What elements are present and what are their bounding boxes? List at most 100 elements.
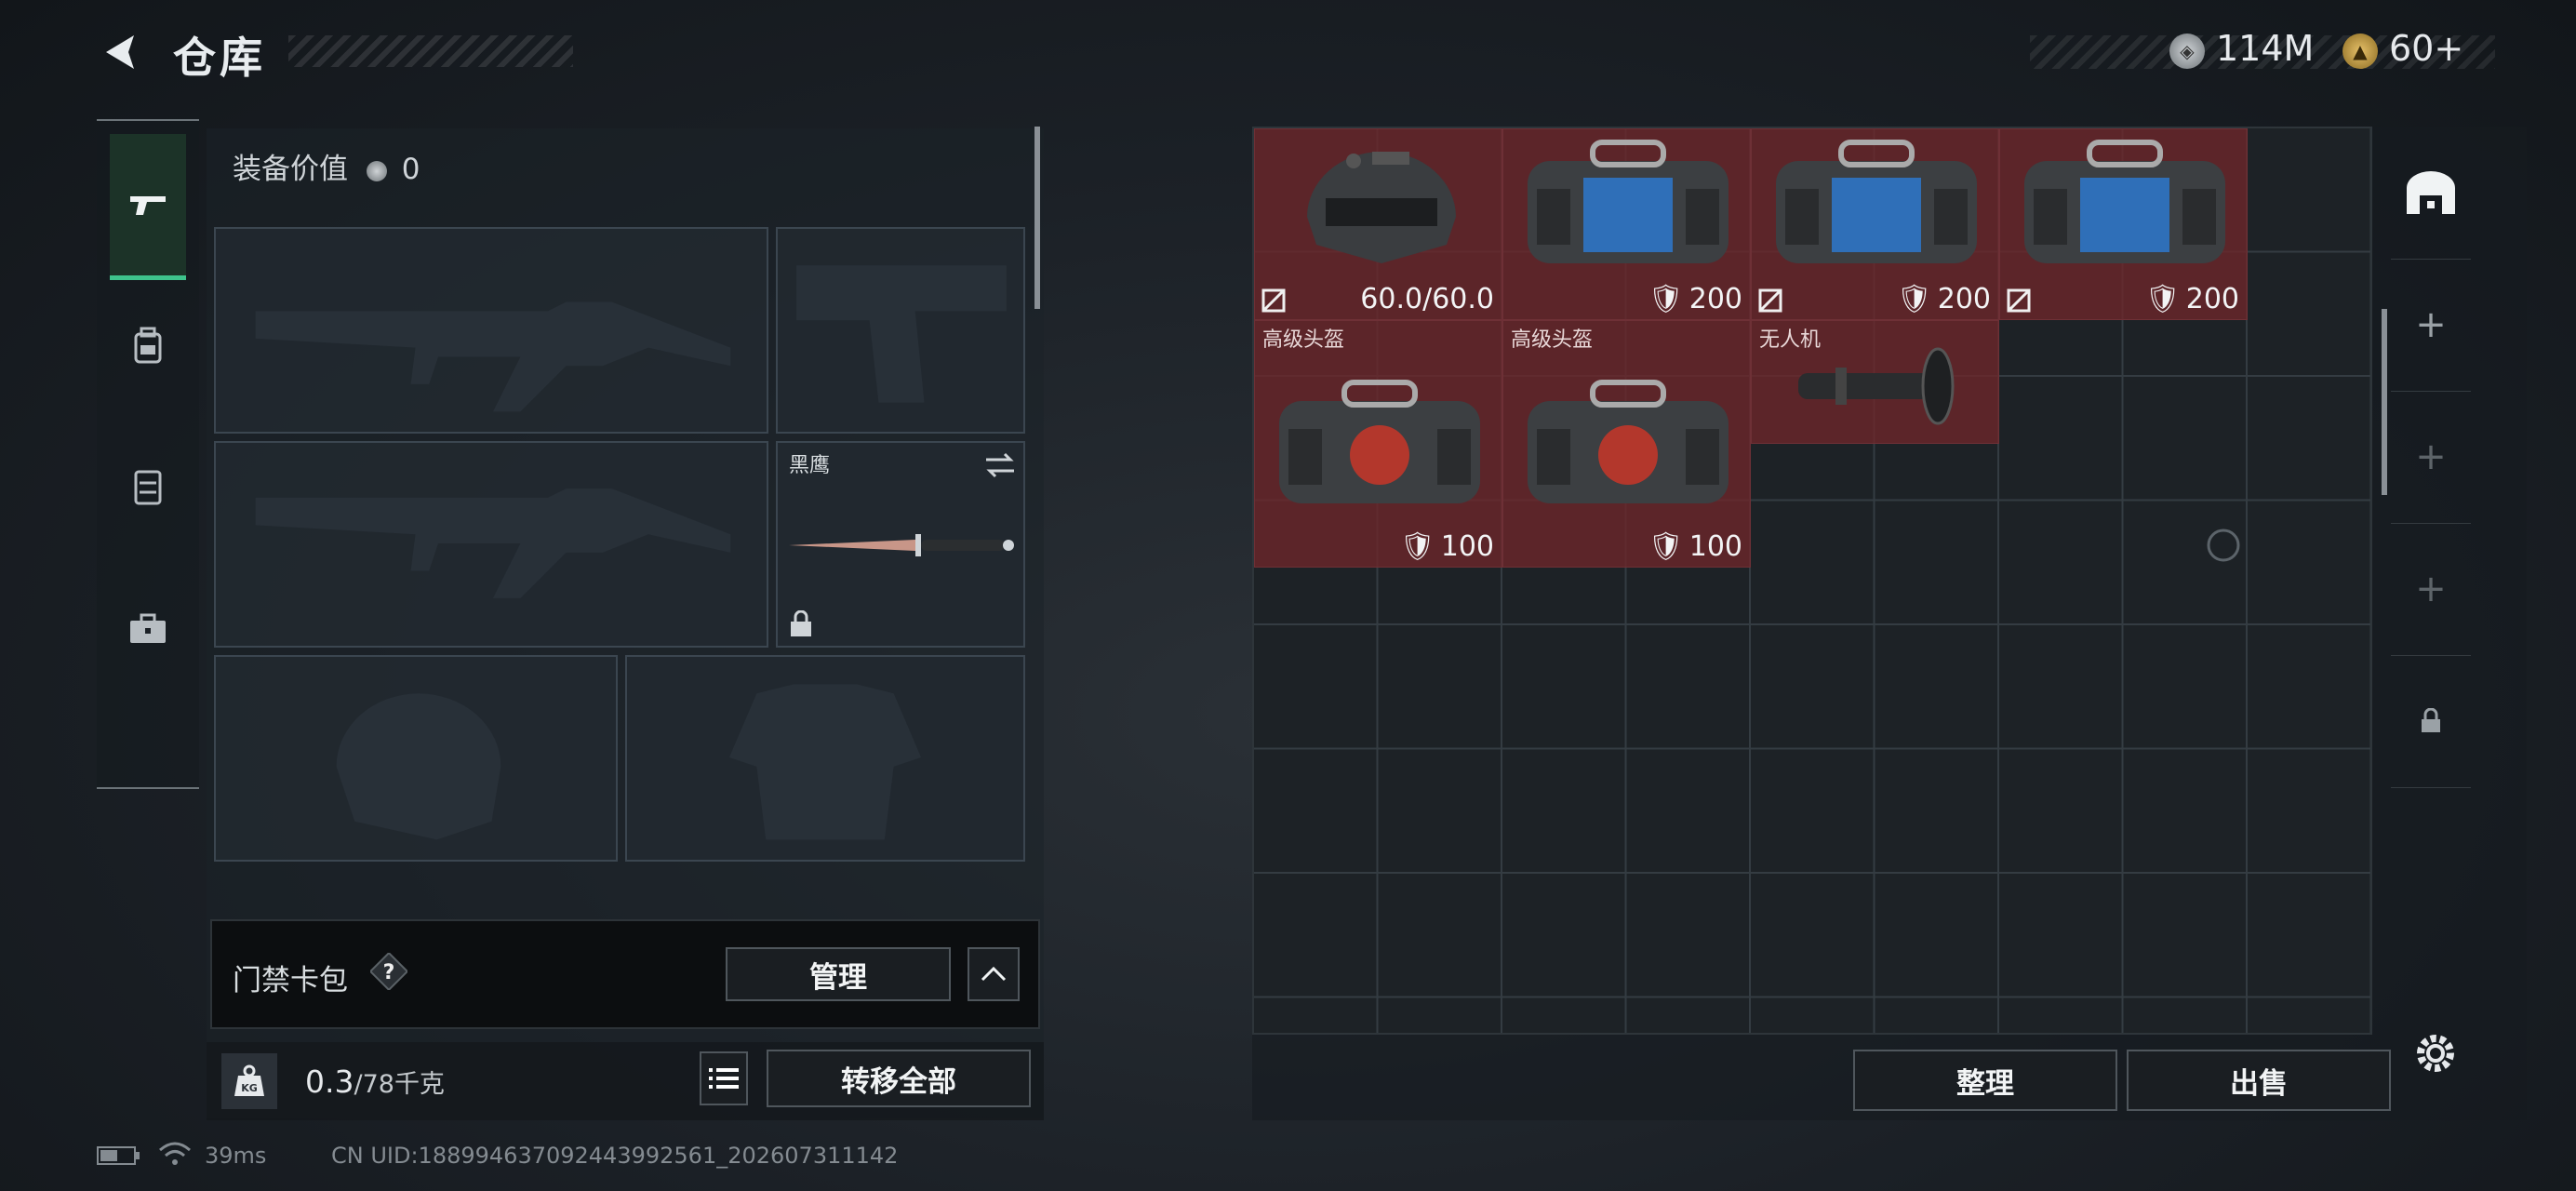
shield-icon: 🛡 — [2144, 283, 2181, 315]
duffel-bag-red-image — [1279, 380, 1480, 503]
item-durability: 60.0/60.0 — [1360, 283, 1494, 315]
shield-icon: 🛡 — [1648, 530, 1684, 563]
lock-icon — [791, 610, 811, 636]
item-armor-value: 🛡 100 — [1648, 530, 1742, 563]
melee-slot[interactable]: 黑鹰 — [776, 441, 1025, 648]
manage-button[interactable]: 管理 — [726, 947, 951, 1001]
backpack-icon — [134, 327, 162, 364]
svg-text:?: ? — [383, 961, 395, 984]
equipment-scrollbar[interactable] — [1034, 127, 1040, 309]
weight-text: 0.3/78千克 — [305, 1064, 445, 1100]
gun-icon — [130, 196, 166, 215]
kg-label: KG — [241, 1082, 258, 1094]
list-icon — [709, 1068, 739, 1089]
plus-icon: + — [2415, 303, 2447, 346]
armor-slot[interactable] — [625, 655, 1025, 862]
wifi-icon — [159, 1142, 191, 1165]
plus-icon: + — [2415, 435, 2447, 478]
pistol-slot[interactable] — [776, 227, 1025, 434]
uid-text: CN UID:188994637092443992561_20260731114… — [331, 1143, 899, 1169]
silver-coin-icon — [366, 160, 387, 181]
broken-icon — [1261, 288, 1286, 313]
storage-item[interactable]: 60.0/60.0 — [1254, 128, 1502, 320]
pistol-silhouette-icon — [796, 265, 1007, 403]
shield-icon: 🛡 — [1648, 283, 1684, 315]
knife-image — [789, 534, 1014, 556]
item-armor-value: 🛡 100 — [1399, 530, 1494, 563]
melee-name: 黑鹰 — [789, 454, 831, 477]
duffel-bag-blue-image — [1776, 140, 1977, 263]
lock-icon — [2422, 708, 2440, 732]
item-armor-value: 🛡 200 — [2144, 283, 2239, 315]
rifle-silhouette-icon — [255, 301, 731, 412]
shield-icon: 🛡 — [1896, 283, 1932, 315]
add-storage-button[interactable]: + — [2391, 259, 2471, 392]
help-icon[interactable]: ? — [370, 953, 407, 990]
storage-grid: 60.0/60.0 🛡 200 🛡 200 🛡 200 高级头盔 🛡 100 高级头盔 … — [1252, 127, 2372, 1035]
storage-item[interactable]: 🛡 200 — [1999, 128, 2248, 320]
weight-max: /78千克 — [354, 1070, 445, 1099]
secondary-weapon-slot[interactable] — [214, 441, 768, 648]
tab-backpack[interactable] — [110, 275, 186, 417]
broken-icon — [2007, 288, 2031, 313]
warehouse-icon — [2407, 171, 2455, 214]
equipment-value: 装备价值 0 — [233, 145, 420, 187]
tab-weapons[interactable] — [110, 134, 186, 280]
collapse-button[interactable] — [968, 947, 1020, 1001]
primary-weapon-slot[interactable] — [214, 227, 768, 434]
chevron-up-icon — [981, 966, 1007, 982]
storage-item[interactable]: 🛡 200 — [1751, 128, 1999, 320]
gold-coin-icon: ▲ — [2342, 33, 2378, 69]
item-name: 高级头盔 — [1511, 328, 1594, 352]
broken-icon — [1758, 288, 1782, 313]
battery-icon — [97, 1146, 140, 1165]
access-card-label: 门禁卡包 — [233, 964, 348, 997]
helmet-silhouette-icon — [336, 693, 501, 840]
storage-item[interactable]: 🛡 200 — [1502, 128, 1751, 320]
vest-icon — [134, 470, 162, 505]
weight-current: 0.3 — [305, 1064, 354, 1100]
rifle-silhouette-icon — [255, 488, 731, 598]
add-storage-button[interactable]: + — [2391, 523, 2471, 656]
tab-vest[interactable] — [110, 417, 186, 558]
storage-item[interactable]: 高级头盔 🛡 100 — [1502, 320, 1751, 568]
crosshair-icon — [2207, 529, 2240, 562]
item-armor-value: 🛡 200 — [1648, 283, 1742, 315]
item-name: 高级头盔 — [1262, 328, 1345, 352]
gear-icon[interactable] — [2411, 1029, 2460, 1077]
storage-item[interactable]: 高级头盔 🛡 100 — [1254, 320, 1502, 568]
title-decoration — [288, 35, 573, 67]
silver-coin-icon: ◈ — [2169, 33, 2205, 69]
drone-part-image — [1798, 347, 1955, 425]
storage-scrollbar[interactable] — [2382, 309, 2387, 495]
toolbox-icon — [130, 613, 166, 643]
transfer-all-button[interactable]: 转移全部 — [767, 1050, 1031, 1107]
storage-tabs: + + + — [2391, 127, 2471, 796]
weight-icon: KG — [221, 1053, 277, 1109]
helmet-slot[interactable] — [214, 655, 618, 862]
item-armor-value: 🛡 200 — [1896, 283, 1991, 315]
add-storage-button[interactable]: + — [2391, 391, 2471, 524]
plus-icon: + — [2415, 568, 2447, 610]
shield-icon: 🛡 — [1399, 530, 1435, 563]
duffel-bag-red-image — [1528, 380, 1728, 503]
duffel-bag-blue-image — [2024, 140, 2225, 263]
equipment-value-label: 装备价值 — [233, 153, 348, 186]
loadout-tabs — [97, 119, 199, 789]
sell-button[interactable]: 出售 — [2127, 1050, 2391, 1111]
swap-icon[interactable] — [984, 452, 1016, 478]
armor-silhouette-icon — [728, 684, 922, 840]
page-title: 仓库 — [173, 33, 266, 83]
gold-currency[interactable]: 60+ — [2389, 28, 2463, 69]
tactical-helmet-image — [1307, 152, 1456, 263]
storage-item[interactable]: 无人机 — [1751, 320, 1999, 444]
locked-storage[interactable] — [2391, 655, 2471, 788]
tab-toolbox[interactable] — [110, 558, 186, 700]
silver-currency: 114M — [2216, 28, 2315, 69]
sort-button[interactable]: 整理 — [1853, 1050, 2117, 1111]
ping-text: 39ms — [205, 1143, 267, 1169]
duffel-bag-blue-image — [1528, 140, 1728, 263]
list-view-button[interactable] — [700, 1051, 748, 1105]
storage-tab-main[interactable] — [2391, 127, 2471, 260]
back-arrow-icon[interactable] — [97, 28, 145, 76]
